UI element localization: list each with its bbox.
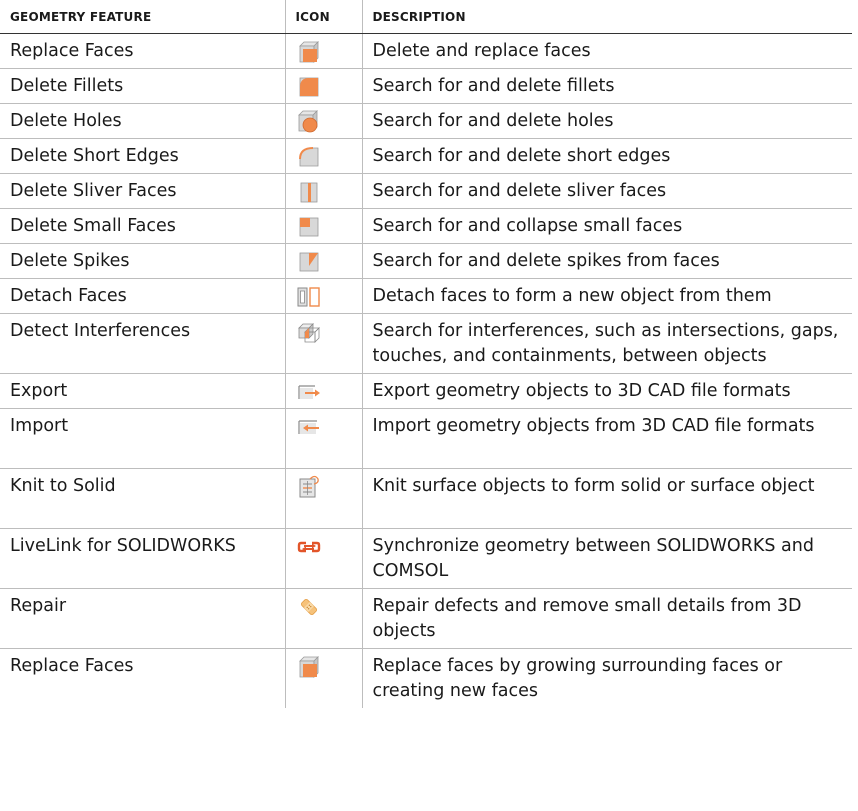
feature-name: Delete Short Edges (0, 138, 285, 174)
feature-name: Replace Faces (0, 648, 285, 708)
detach-faces-icon (297, 287, 320, 307)
delete-holes-icon (297, 110, 318, 133)
feature-name: Delete Fillets (0, 68, 285, 104)
delete-short-edges-icon (298, 147, 318, 167)
delete-small-faces-icon (299, 217, 318, 237)
header-feature: GEOMETRY FEATURE (0, 0, 285, 34)
table-row: Import Import geometry objects from 3D C… (0, 408, 852, 469)
feature-name: Delete Sliver Faces (0, 173, 285, 209)
feature-name: LiveLink for SOLIDWORKS (0, 528, 285, 589)
delete-sliver-faces-icon (300, 182, 317, 203)
delete-spikes-icon (299, 252, 318, 272)
header-icon: ICON (284, 0, 362, 34)
table-row: Detach Faces Detach faces to form a new … (0, 278, 852, 314)
repair-icon (300, 598, 317, 616)
feature-description: Search for and delete sliver faces (361, 173, 852, 209)
feature-name: Import (0, 408, 285, 469)
table-row: Export Export geometry objects to 3D CAD… (0, 373, 852, 409)
table-row: Delete Fillets Search for and delete fil… (0, 68, 852, 104)
feature-name: Delete Small Faces (0, 208, 285, 244)
export-icon (297, 385, 320, 399)
table-row: Replace Faces Delete and replace faces (0, 33, 852, 69)
table-row: Delete Holes Search for and delete holes (0, 103, 852, 139)
import-icon (297, 420, 319, 434)
feature-description: Search for and collapse small faces (361, 208, 852, 244)
feature-description: Repair defects and remove small details … (361, 588, 852, 649)
feature-name: Delete Spikes (0, 243, 285, 279)
feature-description: Search for and delete holes (361, 103, 852, 139)
table-row: Delete Short Edges Search for and delete… (0, 138, 852, 174)
feature-name: Replace Faces (10, 41, 134, 61)
feature-description: Search for interferences, such as inters… (361, 313, 852, 374)
feature-name: Detach Faces (0, 278, 285, 314)
feature-description: Synchronize geometry between SOLIDWORKS … (361, 528, 852, 589)
replace-faces-icon (298, 656, 319, 678)
feature-name: Delete Holes (0, 103, 285, 139)
feature-description: Knit surface objects to form solid or su… (361, 468, 852, 529)
table-row: Delete Small Faces Search for and collap… (0, 208, 852, 244)
table-row: Delete Sliver Faces Search for and delet… (0, 173, 852, 209)
table-row: Detect Interferences Search for interfer… (0, 313, 852, 374)
feature-name: Detect Interferences (0, 313, 285, 374)
feature-description: Search for and delete spikes from faces (361, 243, 852, 279)
feature-description: Export geometry objects to 3D CAD file f… (361, 373, 852, 409)
feature-description: Delete and replace faces (361, 33, 852, 69)
feature-description: Import geometry objects from 3D CAD file… (361, 408, 852, 469)
feature-name: Repair (0, 588, 285, 649)
table-row: Delete Spikes Search for and delete spik… (0, 243, 852, 279)
table-header-row: GEOMETRY FEATURE ICON DESCRIPTION (0, 0, 852, 34)
knit-to-solid-icon (299, 475, 319, 498)
table-row: Repair Repair defects and remove small d… (0, 588, 852, 649)
table-row: LiveLink for SOLIDWORKS Synchronize geom… (0, 528, 852, 589)
feature-description: Search for and delete short edges (361, 138, 852, 174)
feature-description: Replace faces by growing surrounding fac… (361, 648, 852, 708)
feature-name: Export (0, 373, 285, 409)
livelink-icon (297, 541, 320, 553)
delete-fillets-icon (299, 77, 318, 97)
feature-name: Knit to Solid (0, 468, 285, 529)
table-row: Knit to Solid Knit surface objects to fo… (0, 468, 852, 529)
feature-description: Search for and delete fillets (361, 68, 852, 104)
header-description: DESCRIPTION (361, 0, 852, 34)
detect-interferences-icon (297, 323, 320, 343)
geometry-feature-table: GEOMETRY FEATURE ICON DESCRIPTION Replac… (0, 0, 852, 708)
table-row: Replace Faces Replace faces by growing s… (0, 648, 852, 708)
feature-description: Detach faces to form a new object from t… (361, 278, 852, 314)
replace-faces-icon (298, 41, 319, 63)
